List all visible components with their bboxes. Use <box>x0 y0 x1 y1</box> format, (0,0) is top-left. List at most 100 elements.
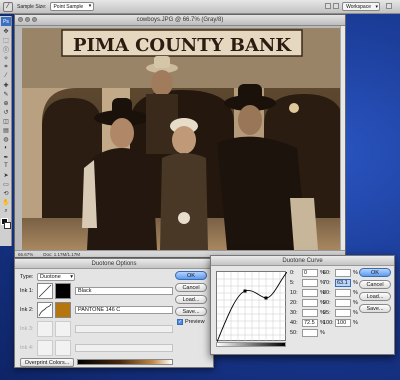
screen-mode-icon[interactable] <box>325 3 331 9</box>
ink-2-name-field[interactable]: PANTONE 146 C <box>75 306 173 314</box>
curve-input-field[interactable]: 63.1 <box>335 279 351 287</box>
eraser-tool-icon[interactable]: ◫ <box>1 117 11 125</box>
color-swatches[interactable] <box>1 218 11 230</box>
shape-tool-icon[interactable]: ▭ <box>1 180 11 188</box>
background-color-swatch[interactable] <box>4 222 11 229</box>
curve-input-label: 20: <box>290 300 298 306</box>
curve-save-button[interactable]: Save... <box>359 304 391 313</box>
ink-4-name-field <box>75 344 173 352</box>
overprint-colors-button[interactable]: Overprint Colors... <box>20 358 74 367</box>
chevron-down-icon: ▾ <box>70 274 73 280</box>
3d-rotate-tool-icon[interactable]: ⟲ <box>1 189 11 197</box>
duotone-options-title: Duotone Options <box>15 259 213 269</box>
ok-button[interactable]: OK <box>175 271 207 280</box>
zoom-tool-icon[interactable]: ⌕ <box>1 207 11 215</box>
sample-size-label: Sample Size: <box>17 3 47 10</box>
load-button[interactable]: Load... <box>175 295 207 304</box>
save-button[interactable]: Save... <box>175 307 207 316</box>
curve-input-field[interactable] <box>335 269 351 277</box>
curve-input-label: 95: <box>323 310 331 316</box>
curve-input-label: 90: <box>323 300 331 306</box>
stamp-tool-icon[interactable]: ⊕ <box>1 99 11 107</box>
percent-sign: % <box>353 300 358 306</box>
ink-1-curve-icon <box>38 284 52 298</box>
move-tool-icon[interactable]: ✥ <box>1 27 11 35</box>
document-scrollbar[interactable] <box>340 26 345 251</box>
cowboys-photo: PIMA COUNTY BANK <box>22 28 344 250</box>
ink-4-curve-box <box>37 340 53 356</box>
quick-select-tool-icon[interactable]: ✧ <box>1 54 11 62</box>
curve-input-field[interactable] <box>302 289 318 297</box>
curve-input-field[interactable] <box>302 309 318 317</box>
curve-input-field[interactable] <box>335 299 351 307</box>
brush-tool-icon[interactable]: ✎ <box>1 90 11 98</box>
gradient-tool-icon[interactable]: ▤ <box>1 126 11 134</box>
type-tool-icon[interactable]: T <box>1 162 11 170</box>
document-canvas[interactable]: PIMA COUNTY BANK <box>22 28 344 250</box>
preview-label: Preview <box>185 319 205 325</box>
path-select-tool-icon[interactable]: ➤ <box>1 171 11 179</box>
ink-3-name-field <box>75 325 173 333</box>
marquee-tool-icon[interactable]: ⬚ <box>1 36 11 44</box>
close-icon[interactable] <box>18 17 23 22</box>
ink-2-color-swatch[interactable] <box>55 302 71 318</box>
hand-tool-icon[interactable]: ✋ <box>1 198 11 206</box>
healing-tool-icon[interactable]: ✚ <box>1 81 11 89</box>
crop-tool-icon[interactable]: ⌗ <box>1 63 11 71</box>
blur-tool-icon[interactable]: ◍ <box>1 135 11 143</box>
ink-4-label: Ink 4: <box>20 345 34 351</box>
type-select[interactable]: Duotone ▾ <box>37 273 75 281</box>
ink-2-curve-icon <box>38 303 52 317</box>
ink-1-color-swatch[interactable] <box>55 283 71 299</box>
zoom-icon[interactable] <box>32 17 37 22</box>
options-bar: ⁄ Sample Size: Point Sample <box>0 0 400 14</box>
curve-input-field[interactable]: 100 <box>335 319 351 327</box>
document-title-bar[interactable]: cowboys.JPG @ 66.7% (Gray/8) <box>15 15 345 26</box>
zoom-level[interactable]: 66.67% <box>18 252 33 257</box>
curve-input-field[interactable] <box>335 289 351 297</box>
document-window: cowboys.JPG @ 66.7% (Gray/8) PIMA COUNTY… <box>14 14 346 258</box>
workspace-button[interactable]: Workspace <box>342 2 380 11</box>
curve-input-label: 30: <box>290 310 298 316</box>
ink-2-curve-box[interactable] <box>37 302 53 318</box>
percent-sign: % <box>353 320 358 326</box>
preview-checkbox[interactable]: ✓ <box>177 319 183 325</box>
arrange-icon[interactable] <box>333 3 339 9</box>
eyedropper-tool-icon[interactable]: ⁄ <box>1 72 11 80</box>
curve-input-label: 100: <box>323 320 334 326</box>
curve-input-field[interactable] <box>335 309 351 317</box>
curve-input-field[interactable]: 72.5 <box>302 319 318 327</box>
curve-gradient-ramp <box>216 342 286 347</box>
duotone-curve-title: Duotone Curve <box>211 256 394 266</box>
curve-input-label: 40: <box>290 320 298 326</box>
curve-ok-button[interactable]: OK <box>359 268 391 277</box>
ink-1-label: Ink 1: <box>20 288 34 294</box>
lasso-tool-icon[interactable]: ⓛ <box>1 45 11 54</box>
history-brush-tool-icon[interactable]: ↺ <box>1 108 11 116</box>
pen-tool-icon[interactable]: ✒ <box>1 153 11 161</box>
curve-input-field[interactable] <box>302 329 318 337</box>
dodge-tool-icon[interactable]: ◐ <box>1 144 11 152</box>
ink-1-name-field[interactable]: Black <box>75 287 173 295</box>
sample-size-value: Point Sample <box>53 3 84 10</box>
curve-load-button[interactable]: Load... <box>359 292 391 301</box>
curve-cancel-button[interactable]: Cancel <box>359 280 391 289</box>
curve-input-field[interactable] <box>302 299 318 307</box>
sample-size-select[interactable]: Point Sample <box>50 2 95 11</box>
ink-1-curve-box[interactable] <box>37 283 53 299</box>
window-controls <box>18 17 37 22</box>
curve-graph[interactable] <box>216 271 288 343</box>
curve-input-label: 5: <box>290 280 295 286</box>
tools-panel: Ps ✥ ⬚ ⓛ ✧ ⌗ ⁄ ✚ ✎ ⊕ ↺ ◫ ▤ ◍ ◐ ✒ T ➤ ▭ ⟲ ✋ ⌕ <box>0 16 12 246</box>
panel-toggle-icon[interactable] <box>386 3 392 9</box>
curve-input-field[interactable]: 0 <box>302 269 318 277</box>
curve-input-field[interactable] <box>302 279 318 287</box>
photoshop-logo: Ps <box>1 17 11 26</box>
ink-2-label: Ink 2: <box>20 307 34 313</box>
curve-input-label: 60: <box>323 270 331 276</box>
cancel-button[interactable]: Cancel <box>175 283 207 292</box>
minimize-icon[interactable] <box>25 17 30 22</box>
eyedropper-icon[interactable]: ⁄ <box>3 1 13 12</box>
percent-sign: % <box>353 310 358 316</box>
document-title: cowboys.JPG @ 66.7% (Gray/8) <box>136 17 224 23</box>
